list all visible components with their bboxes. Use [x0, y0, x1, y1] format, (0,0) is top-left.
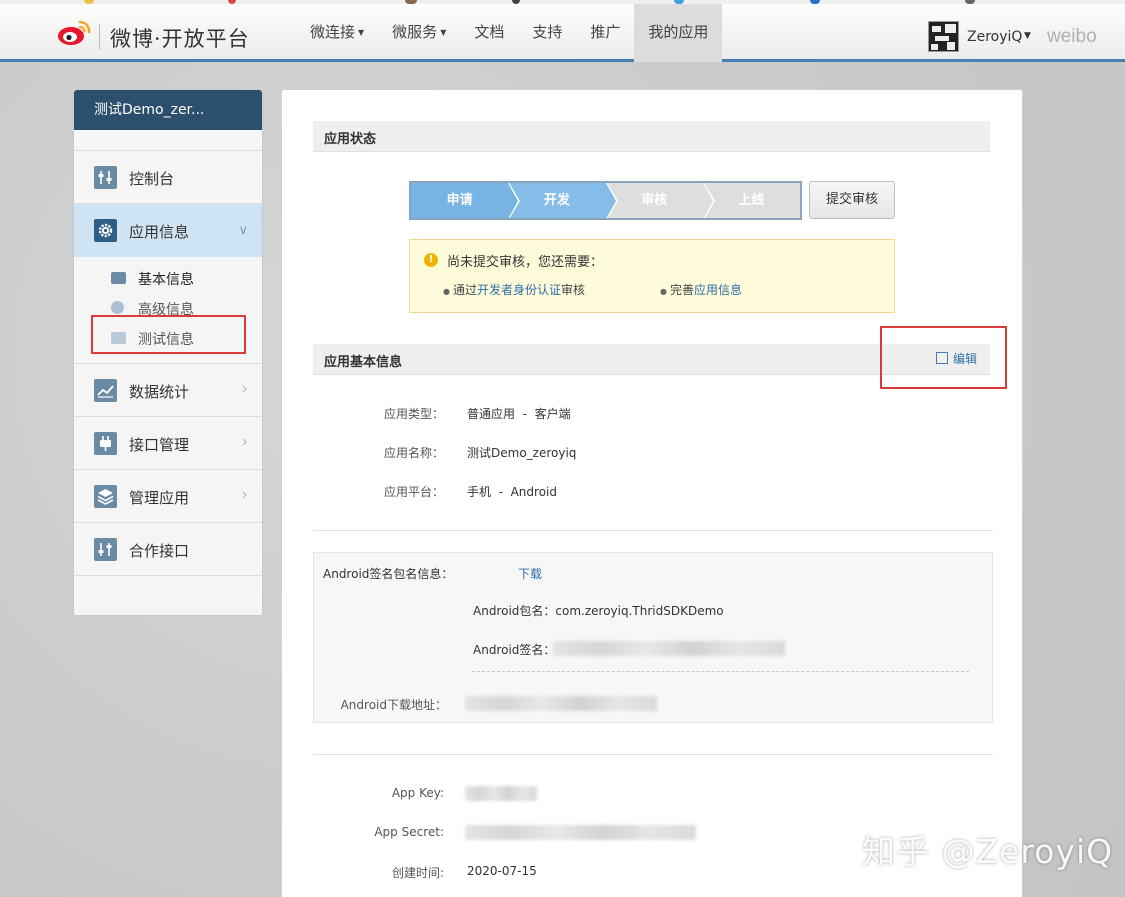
sidebar-item-statistics[interactable]: 数据统计 › — [74, 364, 262, 417]
app-secret-label: App Secret: — [374, 825, 444, 839]
zhihu-watermark: 知乎 @ZeroyiQ — [862, 832, 1114, 871]
main-panel: 应用状态 申请 开发 审核 上线 提交审核 ! 尚未提交审核，您还需要： ● 通过… — [281, 89, 1023, 897]
sidebar-item-label: 管理应用 — [129, 489, 190, 507]
console-icon — [94, 166, 117, 189]
sidebar-item-label: 接口管理 — [129, 436, 190, 454]
sliders-icon — [94, 538, 117, 561]
sidebar-item-manage-app[interactable]: 管理应用 › — [74, 470, 262, 523]
app-type-label: 应用类型： — [383, 407, 444, 421]
submenu-basic-info[interactable]: 基本信息 — [74, 263, 262, 293]
android-sign-info-panel: Android签名包名信息： 下载 Android包名：com.zeroyiq.… — [313, 552, 993, 723]
step-develop: 开发 — [508, 183, 618, 218]
android-signature-label: Android签名： — [473, 643, 556, 657]
redacted-download-url — [465, 696, 657, 711]
sidebar-item-label: 应用信息 — [129, 223, 190, 241]
info-icon — [111, 301, 124, 314]
chart-icon — [94, 379, 117, 402]
app-info-submenu: 基本信息 高级信息 测试信息 — [74, 257, 262, 364]
complete-app-info-link[interactable]: 应用信息 — [694, 283, 742, 297]
dashed-divider — [472, 671, 969, 672]
chevron-down-icon: ▼ — [358, 27, 365, 37]
app-key-label: App Key: — [391, 786, 444, 800]
section-header-status: 应用状态 — [313, 121, 990, 152]
gear-icon — [94, 219, 117, 242]
android-download-url-label: Android下载地址： — [340, 698, 447, 712]
sidebar-item-api-management[interactable]: 接口管理 › — [74, 417, 262, 470]
requirement-verify: ● 通过开发者身份认证审核 — [443, 283, 586, 297]
created-time-label: 创建时间: — [391, 866, 444, 880]
section-title: 应用基本信息 — [324, 355, 403, 370]
logo-divider — [99, 24, 100, 50]
chevron-right-icon: › — [241, 379, 248, 399]
app-name-label: 应用名称： — [383, 446, 444, 460]
app-type-value: 普通应用 - 客户端 — [467, 407, 571, 421]
android-package-row: Android包名：com.zeroyiq.ThridSDKDemo — [473, 604, 724, 618]
chevron-down-icon[interactable]: ▼ — [1024, 31, 1031, 41]
nav-weifuwu[interactable]: 微服务 ▼ — [378, 4, 460, 62]
download-link[interactable]: 下载 — [518, 565, 542, 582]
brand-title[interactable]: 微博·开放平台 — [110, 23, 250, 53]
requirement-complete-info: ● 完善应用信息 — [660, 283, 743, 297]
weibo-logo-icon[interactable] — [56, 17, 92, 47]
review-notice: ! 尚未提交审核，您还需要： ● 通过开发者身份认证审核 ● 完善应用信息 — [409, 239, 895, 313]
developer-verify-link[interactable]: 开发者身份认证 — [477, 283, 561, 297]
step-apply: 申请 — [411, 183, 521, 218]
app-name-value: 测试Demo_zeroyiq — [467, 446, 577, 460]
warning-icon: ! — [424, 253, 438, 267]
main-nav: 微连接 ▼ 微服务 ▼ 文档 支持 推广 我的应用 — [296, 4, 723, 62]
chevron-down-icon: ▼ — [440, 27, 447, 37]
annotation-red-box — [91, 315, 246, 354]
step-online: 上线 — [702, 183, 800, 218]
app-platform-label: 应用平台： — [383, 485, 444, 499]
weibo-wordmark[interactable]: weibo — [1047, 26, 1097, 48]
sidebar-item-console[interactable]: 控制台 — [74, 151, 262, 204]
app-platform-value: 手机 - Android — [467, 485, 557, 499]
nav-weilianjie[interactable]: 微连接 ▼ — [296, 4, 378, 62]
sidebar-item-app-info[interactable]: 应用信息 ∨ — [74, 204, 262, 257]
nav-my-apps[interactable]: 我的应用 — [634, 4, 723, 62]
chevron-right-icon: › — [241, 485, 248, 505]
divider — [313, 754, 993, 755]
id-card-icon — [111, 272, 126, 284]
chevron-right-icon: › — [241, 432, 248, 452]
top-navigation-bar: 微博·开放平台 微连接 ▼ 微服务 ▼ 文档 支持 推广 我的应用 ZeroyiQ … — [0, 4, 1125, 62]
submenu-label: 基本信息 — [138, 272, 194, 288]
created-time-value: 2020-07-15 — [467, 864, 537, 878]
layers-icon — [94, 485, 117, 508]
annotation-red-box — [880, 326, 1007, 389]
sidebar-item-partner-api[interactable]: 合作接口 — [74, 523, 262, 576]
step-review: 审核 — [605, 183, 715, 218]
nav-support[interactable]: 支持 — [518, 4, 576, 62]
nav-docs[interactable]: 文档 — [460, 4, 518, 62]
sidebar: 测试Demo_zer... 控制台 应用信息 ∨ 基本信息 高级信息 测试信息 — [73, 89, 263, 616]
section-title: 应用状态 — [324, 132, 377, 147]
notice-message: 尚未提交审核，您还需要： — [447, 255, 604, 270]
android-sign-label: Android签名包名信息： — [323, 567, 454, 581]
sidebar-item-label: 合作接口 — [129, 542, 190, 560]
chevron-down-icon: ∨ — [238, 223, 248, 238]
user-name[interactable]: ZeroyiQ — [967, 29, 1022, 45]
submit-review-button[interactable]: 提交审核 — [809, 181, 895, 219]
avatar[interactable] — [928, 21, 959, 52]
redacted-app-key — [465, 786, 537, 801]
redacted-app-secret — [465, 825, 696, 840]
divider — [313, 530, 993, 531]
sidebar-item-label: 控制台 — [129, 170, 175, 188]
plug-icon — [94, 432, 117, 455]
status-progress-steps: 申请 开发 审核 上线 — [409, 181, 802, 220]
sidebar-item-label: 数据统计 — [129, 383, 190, 401]
nav-promotion[interactable]: 推广 — [576, 4, 634, 62]
redacted-signature — [553, 641, 785, 656]
app-title: 测试Demo_zer... — [74, 90, 262, 130]
